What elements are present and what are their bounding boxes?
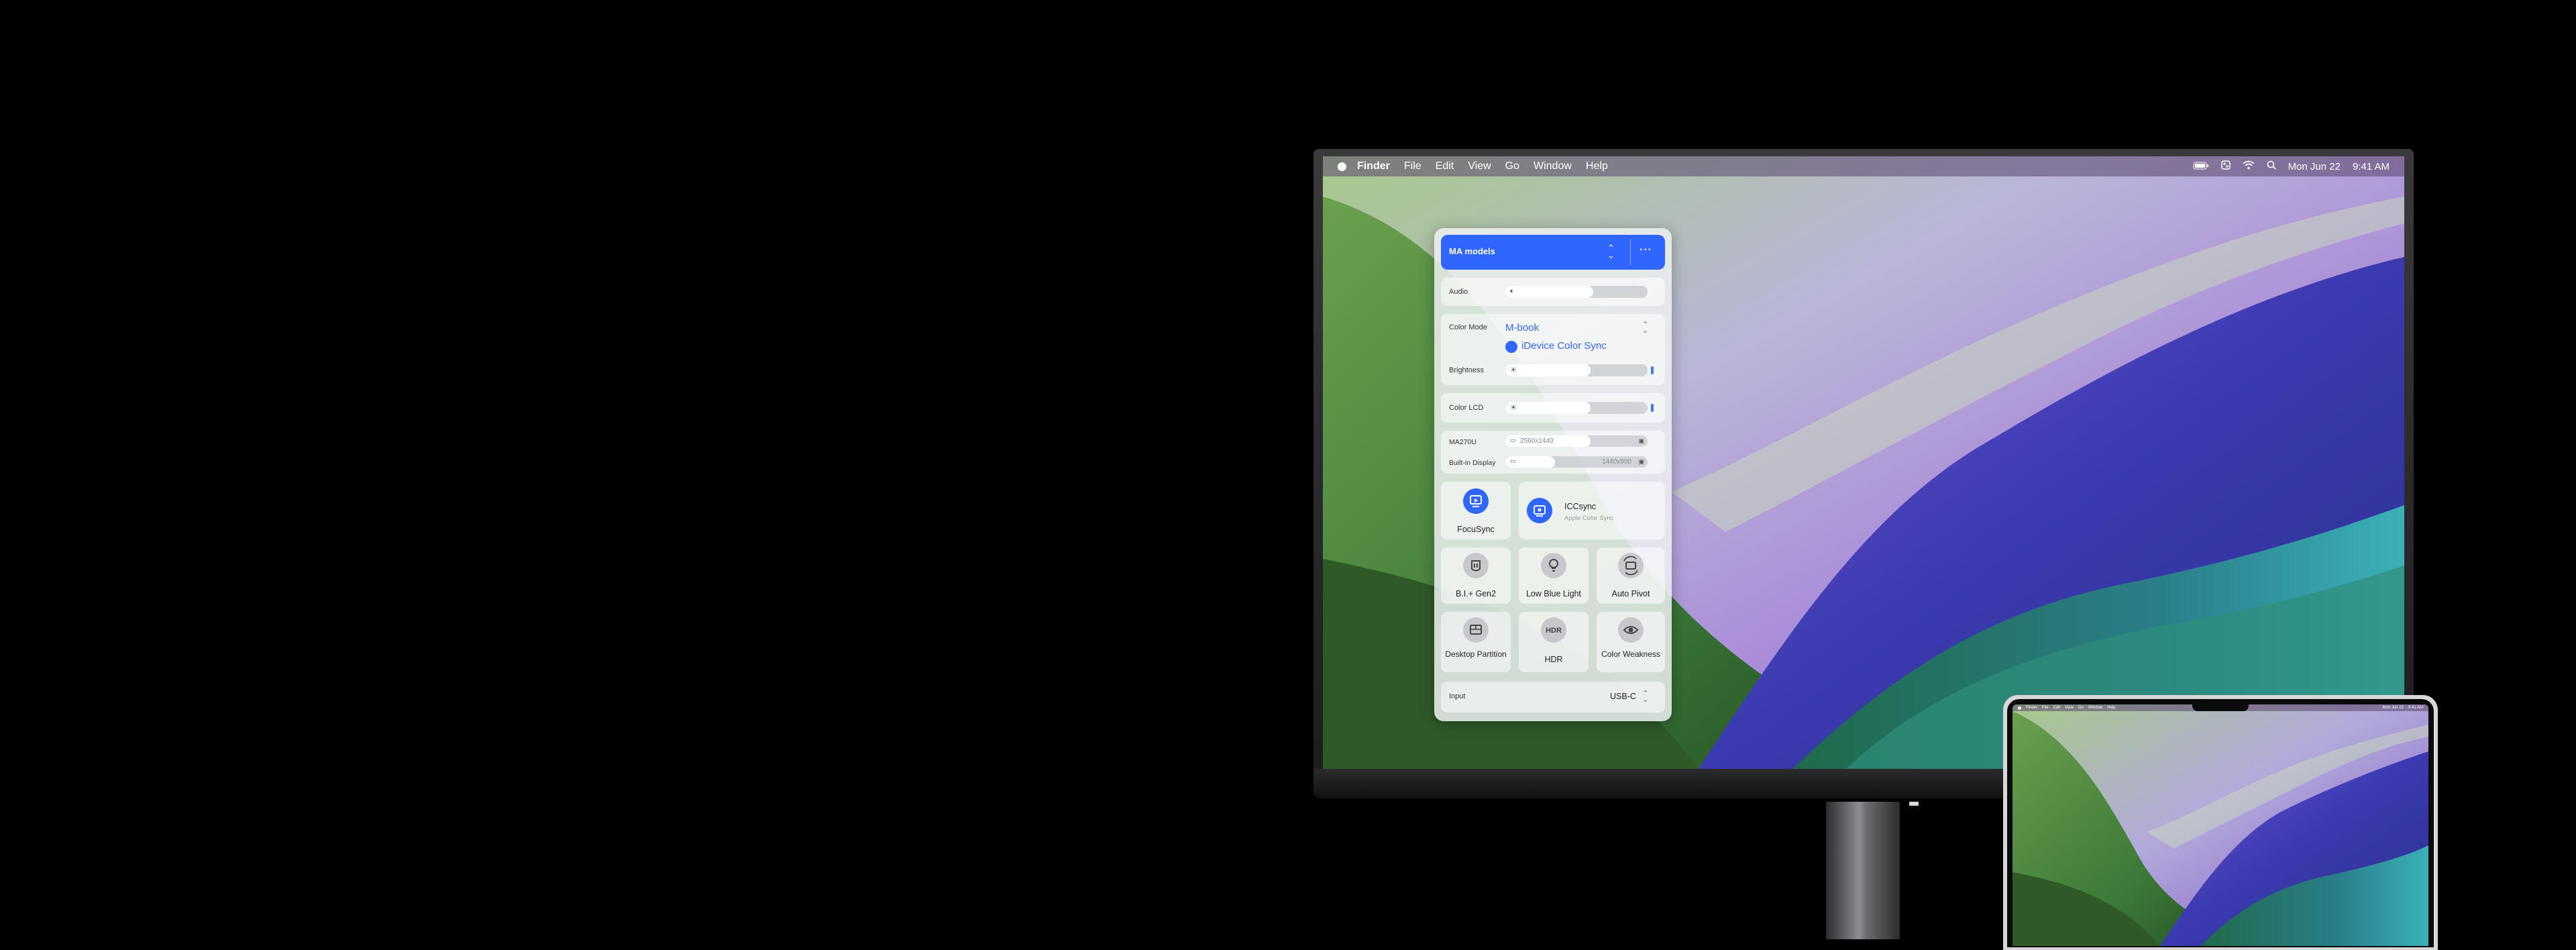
display-icon: ▭ [1510, 458, 1516, 464]
low-blue-light-tile[interactable]: Low Blue Light [1519, 547, 1589, 604]
display-ma270u-slider[interactable]: ▭ 2560x1440 ▣ [1505, 435, 1648, 447]
partition-icon [1463, 617, 1489, 643]
auto-pivot-tile[interactable]: Auto Pivot [1597, 547, 1665, 604]
audio-slider[interactable]: 🔈︎ [1505, 286, 1648, 298]
color-mode-value[interactable]: M-book [1505, 322, 1539, 333]
audio-slider-fill [1505, 286, 1594, 298]
control-center-icon[interactable] [2220, 160, 2231, 172]
display-builtin-slider[interactable]: ▭ 1440x900 ▣ [1505, 456, 1648, 468]
laptop-menu-window: Window [2088, 706, 2103, 710]
laptop-menu-file: File [2042, 706, 2049, 710]
battery-icon[interactable] [2193, 161, 2209, 172]
color-mode-stepper[interactable]: ⌃ ⌄ [1642, 321, 1648, 335]
more-button[interactable]: ··· [1640, 244, 1652, 256]
hdr-tile[interactable]: HDR HDR [1519, 612, 1589, 672]
monitor-stand [1826, 802, 1900, 939]
auto-pivot-label: Auto Pivot [1611, 589, 1650, 598]
color-lcd-toggle[interactable] [1651, 404, 1654, 412]
header-divider [1630, 239, 1631, 266]
model-title: MA models [1449, 246, 1495, 256]
display-ma270u-resolution: 2560x1440 [1520, 437, 1554, 445]
laptop-wallpaper [2012, 704, 2428, 946]
laptop-menu-date: Mon Jun 22 [2382, 706, 2404, 710]
focusync-label: FocuSync [1457, 525, 1495, 534]
menu-time[interactable]: 9:41 AM [2353, 161, 2390, 172]
apple-menu-icon [2018, 706, 2021, 710]
desktop-partition-tile[interactable]: Desktop Partition [1441, 612, 1511, 672]
menu-file[interactable]: File [1404, 160, 1421, 172]
laptop-menu-app: Finder [2026, 706, 2038, 710]
menu-view[interactable]: View [1468, 160, 1491, 172]
audio-label: Audio [1449, 288, 1468, 296]
eye-icon [1618, 617, 1644, 643]
color-lcd-slider-fill [1505, 402, 1591, 414]
display-builtin-label: Built-in Display [1449, 459, 1496, 467]
laptop-menu-go: Go [2078, 706, 2084, 710]
laptop-menu-edit: Edit [2053, 706, 2061, 710]
input-label: Input [1449, 692, 1466, 700]
svg-text:HDR: HDR [1546, 627, 1562, 635]
iccsync-sublabel: Apple Color Sync [1564, 515, 1614, 522]
hdr-label: HDR [1544, 655, 1563, 664]
color-lcd-label: Color LCD [1449, 404, 1484, 412]
laptop-icon: ▣ [1638, 458, 1644, 465]
iccsync-label: ICCsync [1564, 502, 1597, 511]
sun-icon: ☀ [1510, 366, 1517, 374]
speaker-icon: 🔈︎ [1510, 287, 1515, 295]
laptop-menu-help: Help [2107, 706, 2116, 710]
hdr-icon: HDR [1541, 617, 1566, 643]
menu-window[interactable]: Window [1534, 160, 1572, 172]
color-mode-card: Color Mode M-book ⌃ ⌄ iDevice Color Sync … [1441, 314, 1665, 385]
display-ma270u-label: MA270U [1449, 438, 1477, 446]
menu-app-name[interactable]: Finder [1357, 160, 1390, 172]
bulb-icon [1541, 553, 1566, 578]
menu-bar: Finder File Edit View Go Window Help Mon… [1323, 156, 2404, 176]
iccsync-tile[interactable]: ICCsync Apple Color Sync [1519, 482, 1665, 539]
idevice-sync-icon [1505, 341, 1517, 353]
idevice-color-sync-link[interactable]: iDevice Color Sync [1521, 340, 1607, 352]
rotate-icon [1618, 553, 1644, 578]
bi-sensor-icon [1463, 553, 1489, 578]
menu-date[interactable]: Mon Jun 22 [2288, 161, 2341, 172]
display-icon: ▭ [1510, 437, 1516, 443]
menu-go[interactable]: Go [1505, 160, 1519, 172]
camera-notch [2192, 700, 2249, 711]
audio-card: Audio 🔈︎ [1441, 278, 1665, 306]
displays-card: MA270U ▭ 2560x1440 ▣ Built-in Display ▭ … [1441, 431, 1665, 474]
focusync-icon [1463, 488, 1489, 514]
display-builtin-resolution: 1440x900 [1602, 458, 1631, 466]
desktop-partition-label: Desktop Partition [1445, 649, 1507, 659]
color-lcd-card: Color LCD ☀ [1441, 393, 1665, 423]
brightness-slider[interactable]: ☀ [1505, 364, 1648, 376]
menu-edit[interactable]: Edit [1436, 160, 1454, 172]
brightness-label: Brightness [1449, 366, 1484, 374]
color-weakness-tile[interactable]: Color Weakness [1597, 612, 1665, 672]
chevron-up-down-icon[interactable]: ⌃ ⌄ [1607, 244, 1615, 260]
input-stepper[interactable]: ⌃ ⌄ [1642, 690, 1648, 704]
laptop-screen: Finder File Edit View Go Window Help Mon… [2012, 704, 2428, 946]
low-blue-light-label: Low Blue Light [1525, 589, 1581, 598]
input-card[interactable]: Input USB-C ⌃ ⌄ [1441, 682, 1665, 712]
laptop-menu-time: 9:41 AM [2408, 706, 2423, 710]
monitor-button [1909, 802, 1919, 806]
brightness-toggle[interactable] [1651, 366, 1654, 374]
bi-gen2-label: B.I.+ Gen2 [1455, 589, 1497, 598]
apple-menu-icon[interactable] [1338, 162, 1346, 171]
brightness-slider-fill [1505, 364, 1591, 376]
bi-gen2-tile[interactable]: B.I.+ Gen2 [1441, 547, 1511, 604]
iccsync-icon [1527, 498, 1552, 523]
display-control-panel: MA models ⌃ ⌄ ··· Audio 🔈︎ Color Mode M-b… [1434, 228, 1672, 721]
color-mode-label: Color Mode [1449, 323, 1487, 331]
sun-icon: ☀ [1510, 404, 1517, 412]
color-lcd-slider[interactable]: ☀ [1505, 402, 1648, 414]
color-weakness-label: Color Weakness [1601, 649, 1660, 659]
monitor-icon: ▣ [1638, 437, 1644, 444]
menu-help[interactable]: Help [1586, 160, 1608, 172]
model-selector[interactable]: MA models ⌃ ⌄ ··· [1441, 235, 1665, 270]
focusync-tile[interactable]: FocuSync [1441, 482, 1511, 539]
search-icon[interactable] [2267, 160, 2276, 172]
laptop-menu-view: View [2065, 706, 2074, 710]
wifi-icon[interactable] [2242, 160, 2255, 172]
input-value[interactable]: USB-C [1610, 692, 1636, 701]
